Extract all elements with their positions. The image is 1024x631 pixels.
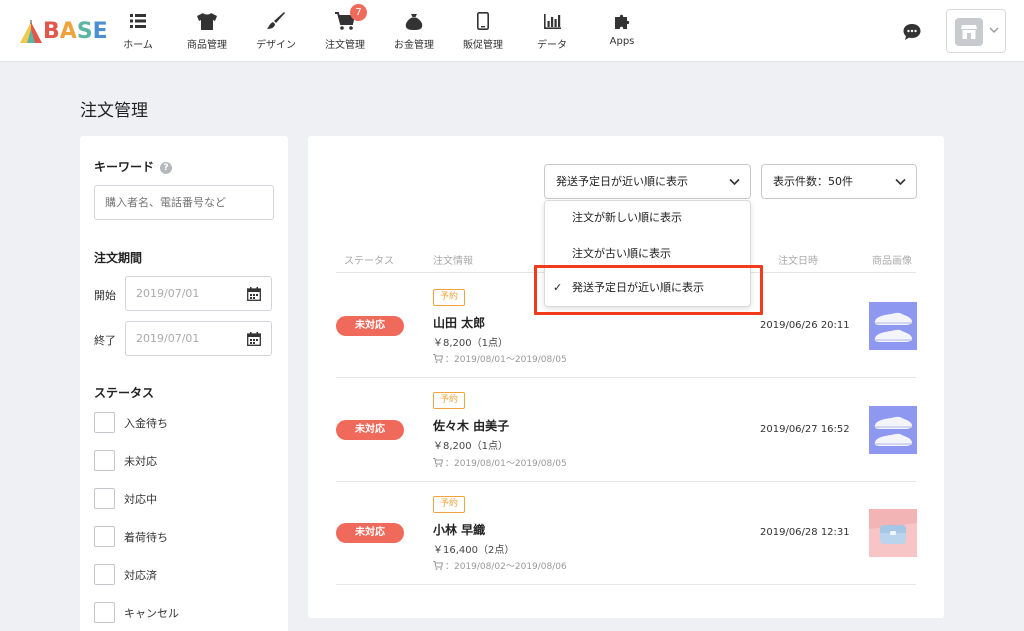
page-title: 注文管理	[80, 101, 148, 121]
checkbox[interactable]	[94, 412, 115, 433]
sneakers-image	[874, 416, 912, 446]
keyword-search-input[interactable]	[94, 185, 274, 220]
status-heading: ステータス	[94, 386, 155, 400]
calendar-icon	[247, 332, 261, 346]
nav-design[interactable]: デザイン	[241, 10, 311, 54]
sort-option-newest[interactable]: 注文が新しい順に表示	[545, 204, 750, 232]
status-badge[interactable]: 未対応	[336, 420, 404, 440]
chat-icon[interactable]	[902, 22, 922, 42]
smartphone-icon	[448, 10, 518, 32]
nav-orders[interactable]: 7 注文管理	[310, 4, 380, 54]
tshirt-icon	[172, 10, 242, 32]
preorder-tag: 予約	[433, 392, 466, 409]
sort-option-shipping-date[interactable]: ✓ 発送予定日が近い順に表示	[545, 274, 750, 302]
nav-products[interactable]: 商品管理	[172, 10, 242, 54]
sort-select[interactable]: 発送予定日が近い順に表示	[544, 164, 751, 199]
buyer-name[interactable]: 山田 太郎	[433, 314, 485, 331]
pouch-image	[869, 523, 917, 557]
order-date: 2019/06/27 16:52	[760, 424, 850, 435]
buyer-name[interactable]: 小林 早織	[433, 521, 485, 538]
orders-count-badge: 7	[350, 4, 367, 21]
nav-data[interactable]: データ	[517, 10, 587, 54]
sort-dropdown-menu: 注文が新しい順に表示 注文が古い順に表示 ✓ 発送予定日が近い順に表示	[544, 200, 751, 307]
checkbox[interactable]	[94, 488, 115, 509]
sort-option-oldest[interactable]: 注文が古い順に表示	[545, 240, 750, 268]
top-navigation-bar: BASE ホーム 商品管理 デザイン 7 注文管理 お金管理 販促管理 データ …	[0, 0, 1024, 62]
per-page-select[interactable]: 表示件数：50件	[761, 164, 917, 199]
buyer-name[interactable]: 佐々木 由美子	[433, 417, 509, 434]
status-badge[interactable]: 未対応	[336, 523, 404, 543]
header-product-image: 商品画像	[872, 256, 912, 267]
chevron-down-icon	[729, 178, 740, 186]
order-date: 2019/06/26 20:11	[760, 320, 850, 331]
row-divider	[336, 481, 916, 482]
help-icon[interactable]: ?	[160, 162, 173, 174]
logo-wordmark: BASE	[43, 19, 108, 44]
calendar-icon	[247, 287, 261, 301]
checkbox[interactable]	[94, 450, 115, 471]
cart-icon	[310, 10, 380, 32]
order-date: 2019/06/28 12:31	[760, 527, 850, 538]
header-status: ステータス	[344, 256, 394, 267]
chevron-down-icon	[989, 27, 999, 33]
nav-money[interactable]: お金管理	[379, 10, 449, 54]
money-bag-icon	[379, 10, 449, 32]
product-image-sneakers[interactable]	[869, 406, 917, 454]
tent-logo-icon	[20, 20, 42, 43]
bar-chart-icon	[517, 10, 587, 32]
order-price: ￥8,200（1点）	[433, 441, 508, 452]
shipping-period: ：2019/08/01〜2019/08/05	[433, 456, 567, 469]
end-date-label: 終了	[94, 334, 116, 347]
product-image-pouch[interactable]	[869, 509, 917, 557]
list-icon	[103, 10, 173, 32]
end-date-input[interactable]: 2019/07/01	[125, 321, 272, 356]
keyword-heading: キーワード?	[94, 158, 173, 175]
product-image-sneakers[interactable]	[869, 302, 917, 350]
cart-icon	[433, 561, 443, 570]
nav-home[interactable]: ホーム	[103, 10, 173, 54]
row-divider	[336, 377, 916, 378]
preorder-tag: 予約	[433, 289, 466, 306]
nav-promotion[interactable]: 販促管理	[448, 10, 518, 54]
cart-icon	[433, 458, 443, 467]
row-divider	[336, 584, 916, 585]
base-logo[interactable]: BASE	[18, 18, 108, 46]
cart-icon	[433, 354, 443, 363]
nav-apps[interactable]: Apps	[587, 10, 657, 54]
check-icon: ✓	[553, 281, 563, 294]
brush-icon	[241, 10, 311, 32]
period-heading: 注文期間	[94, 251, 143, 265]
shipping-period: ：2019/08/01〜2019/08/05	[433, 352, 567, 365]
filter-panel: キーワード? 注文期間 開始 2019/07/01 終了 2019/07/01 …	[80, 136, 288, 631]
puzzle-icon	[587, 10, 657, 32]
order-price: ￥16,400（2点）	[433, 545, 515, 556]
start-date-label: 開始	[94, 289, 116, 302]
shop-account-menu[interactable]	[946, 9, 1006, 53]
order-price: ￥8,200（1点）	[433, 338, 508, 349]
header-order-info: 注文情報	[433, 256, 473, 267]
checkbox[interactable]	[94, 564, 115, 585]
preorder-tag: 予約	[433, 496, 466, 513]
status-badge[interactable]: 未対応	[336, 316, 404, 336]
checkbox[interactable]	[94, 526, 115, 547]
sneakers-image	[874, 312, 912, 342]
shop-icon	[955, 18, 983, 46]
start-date-input[interactable]: 2019/07/01	[125, 276, 272, 311]
header-order-date: 注文日時	[778, 256, 818, 267]
shipping-period: ：2019/08/02〜2019/08/06	[433, 559, 567, 572]
chevron-down-icon	[895, 178, 906, 186]
checkbox[interactable]	[94, 602, 115, 623]
